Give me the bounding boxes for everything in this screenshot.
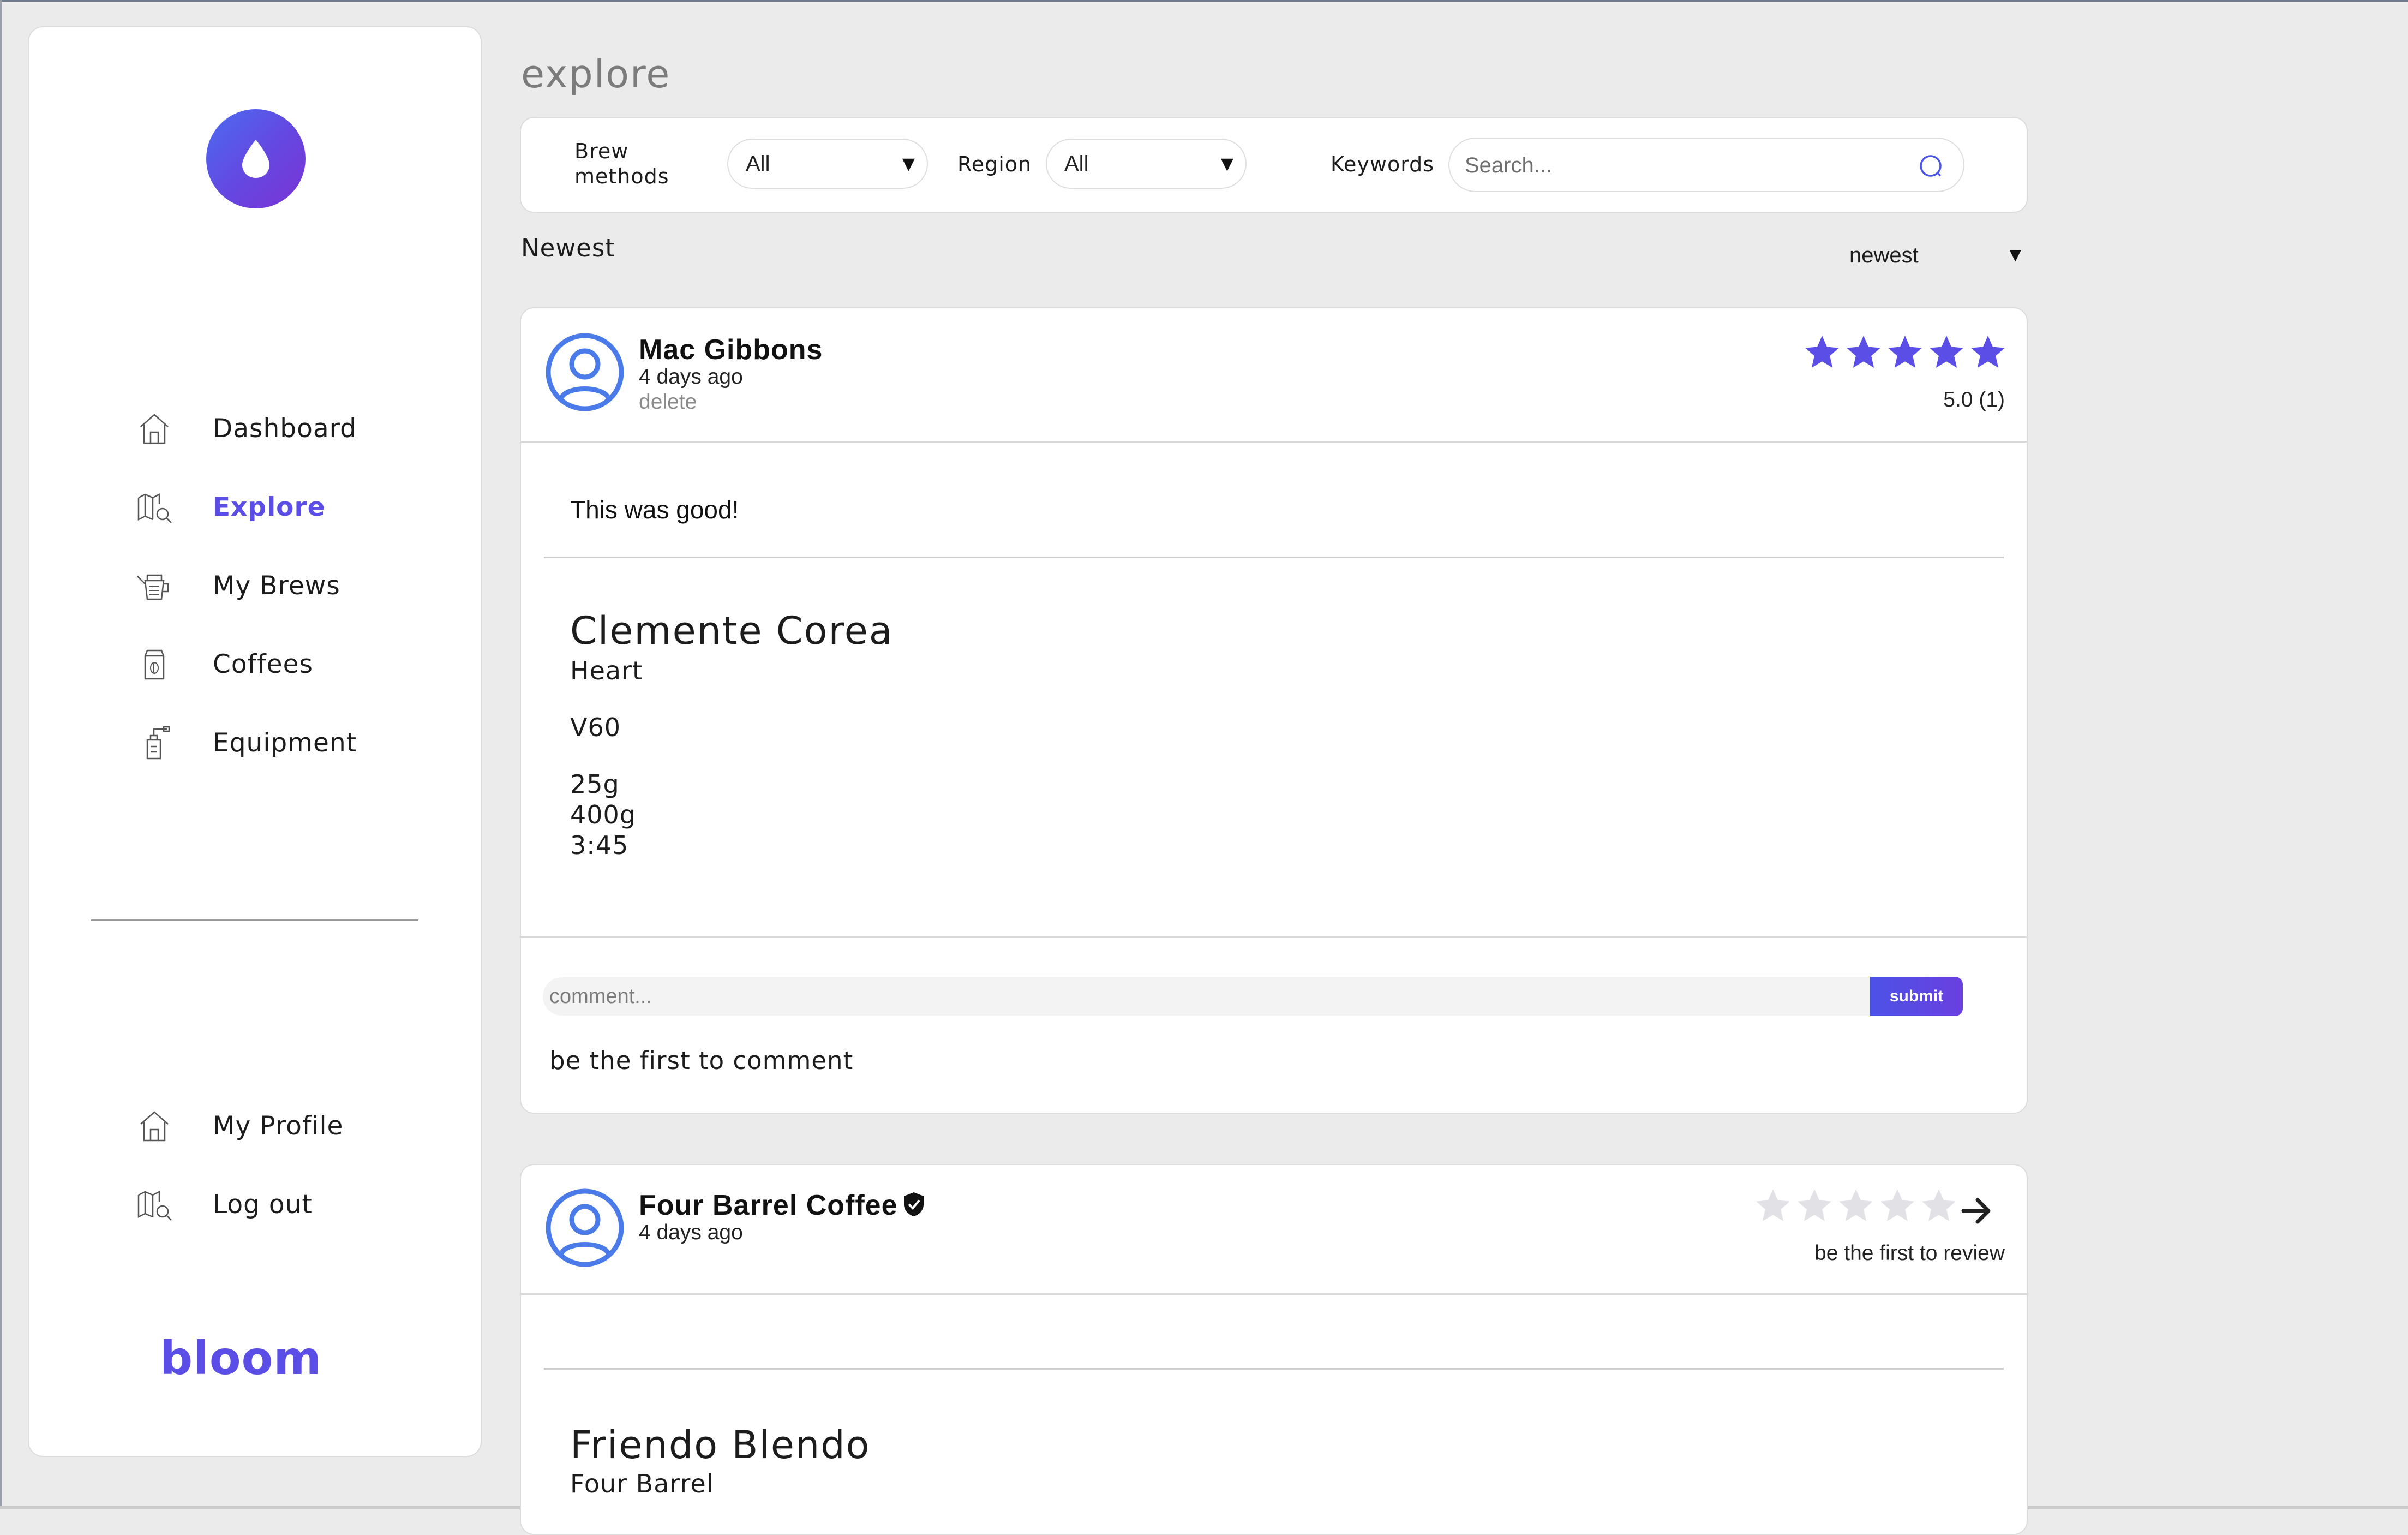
star-empty-icon — [1756, 1189, 1790, 1221]
region-select[interactable]: All ▼ — [1046, 139, 1247, 189]
coffee-bag-icon — [144, 649, 165, 680]
sidebar-item-dashboard[interactable]: Dashboard — [29, 404, 481, 464]
sidebar-item-explore[interactable]: Explore — [29, 482, 481, 542]
sort-value: newest — [1849, 243, 1919, 267]
card-divider — [521, 1293, 2027, 1295]
card-divider — [544, 1368, 2004, 1370]
window-top-border — [0, 0, 2408, 2]
brew-methods-label: Brew methods — [574, 139, 669, 188]
water-amount: 400g — [570, 800, 636, 829]
region-value: All — [1064, 152, 1089, 176]
star-filled-icon — [1971, 336, 2005, 368]
sidebar-item-label: Equipment — [213, 728, 357, 758]
brew-methods-select[interactable]: All ▼ — [727, 139, 928, 189]
no-comments-text: be the first to comment — [549, 1046, 854, 1075]
brew-time: 3:45 — [570, 831, 629, 860]
verified-badge-icon — [904, 1192, 924, 1216]
star-empty-icon — [1839, 1189, 1873, 1221]
house-icon — [140, 414, 169, 444]
section-label: Newest — [521, 234, 615, 262]
sidebar-item-label: Explore — [213, 492, 326, 522]
card-divider — [521, 441, 2027, 443]
page-title: explore — [521, 52, 671, 97]
caret-down-icon: ▼ — [1220, 154, 1233, 174]
house-icon — [140, 1111, 169, 1142]
post-author[interactable]: Mac Gibbons — [639, 333, 823, 366]
filter-bar: Brew methods All ▼ Region All ▼ Keywords — [520, 117, 2028, 213]
coffee-name[interactable]: Friendo Blendo — [570, 1423, 871, 1467]
map-search-icon — [137, 1190, 172, 1221]
user-avatar-icon[interactable] — [545, 332, 625, 412]
sidebar-item-my-brews[interactable]: My Brews — [29, 561, 481, 621]
brand-logo-text[interactable]: bloom — [160, 1331, 322, 1385]
grinder-icon — [146, 726, 170, 760]
keywords-label: Keywords — [1331, 152, 1435, 176]
coffee-name[interactable]: Clemente Corea — [570, 608, 894, 653]
rating-stars[interactable] — [1753, 1186, 1959, 1226]
star-filled-icon — [1847, 336, 1880, 368]
search-box — [1448, 138, 1964, 192]
delete-link[interactable]: delete — [639, 390, 697, 414]
review-text: This was good! — [570, 495, 739, 524]
brew-method: V60 — [570, 713, 621, 742]
rating-text: 5.0 (1) — [1943, 388, 2005, 411]
star-empty-icon — [1922, 1189, 1956, 1221]
post-card: Mac Gibbons 4 days ago delete 5.0 (1) Th… — [520, 307, 2028, 1114]
sidebar-item-equipment[interactable]: Equipment — [29, 718, 481, 778]
caret-down-icon: ▼ — [2009, 246, 2021, 264]
sidebar: Dashboard Explore My Brews Coffees Equip… — [28, 26, 482, 1457]
coffee-dose: 25g — [570, 769, 620, 799]
star-filled-icon — [1888, 336, 1922, 368]
sidebar-item-label: My Profile — [213, 1111, 344, 1141]
post-time: 4 days ago — [639, 365, 743, 389]
region-label: Region — [957, 152, 1032, 176]
card-divider — [521, 936, 2027, 938]
window-left-border — [0, 0, 2, 1509]
first-review-link[interactable]: be the first to review — [1814, 1241, 2005, 1265]
card-divider — [544, 557, 2004, 558]
sidebar-item-log-out[interactable]: Log out — [29, 1180, 481, 1240]
search-input[interactable] — [1464, 148, 1891, 182]
post-author[interactable]: Four Barrel Coffee — [639, 1189, 898, 1222]
brew-methods-value: All — [746, 152, 770, 176]
star-filled-icon — [1930, 336, 1963, 368]
logo-drop-icon[interactable] — [206, 109, 306, 208]
user-avatar-icon[interactable] — [545, 1188, 625, 1268]
star-empty-icon — [1798, 1189, 1831, 1221]
search-icon[interactable] — [1919, 154, 1944, 179]
sort-select[interactable]: newest ▼ — [1844, 240, 2021, 273]
caret-down-icon: ▼ — [902, 154, 915, 174]
star-filled-icon — [1805, 336, 1839, 368]
sidebar-item-label: Coffees — [213, 649, 313, 679]
roaster-name: Heart — [570, 656, 643, 685]
post-card: Four Barrel Coffee 4 days ago be the fir… — [520, 1164, 2028, 1535]
submit-comment-button[interactable]: submit — [1870, 977, 1963, 1016]
kettle-icon — [137, 574, 169, 600]
map-search-icon — [137, 493, 172, 523]
rating-stars[interactable] — [1802, 332, 2008, 373]
star-empty-icon — [1880, 1189, 1914, 1221]
post-time: 4 days ago — [639, 1221, 743, 1244]
sidebar-divider — [91, 919, 418, 921]
sidebar-item-label: Log out — [213, 1190, 313, 1220]
sidebar-item-coffees[interactable]: Coffees — [29, 640, 481, 700]
arrow-right-icon[interactable] — [1961, 1197, 1993, 1225]
sidebar-item-label: My Brews — [213, 571, 340, 601]
sidebar-item-my-profile[interactable]: My Profile — [29, 1101, 481, 1161]
comment-input[interactable] — [543, 977, 1874, 1016]
roaster-name: Four Barrel — [570, 1469, 714, 1498]
sidebar-item-label: Dashboard — [213, 414, 357, 444]
